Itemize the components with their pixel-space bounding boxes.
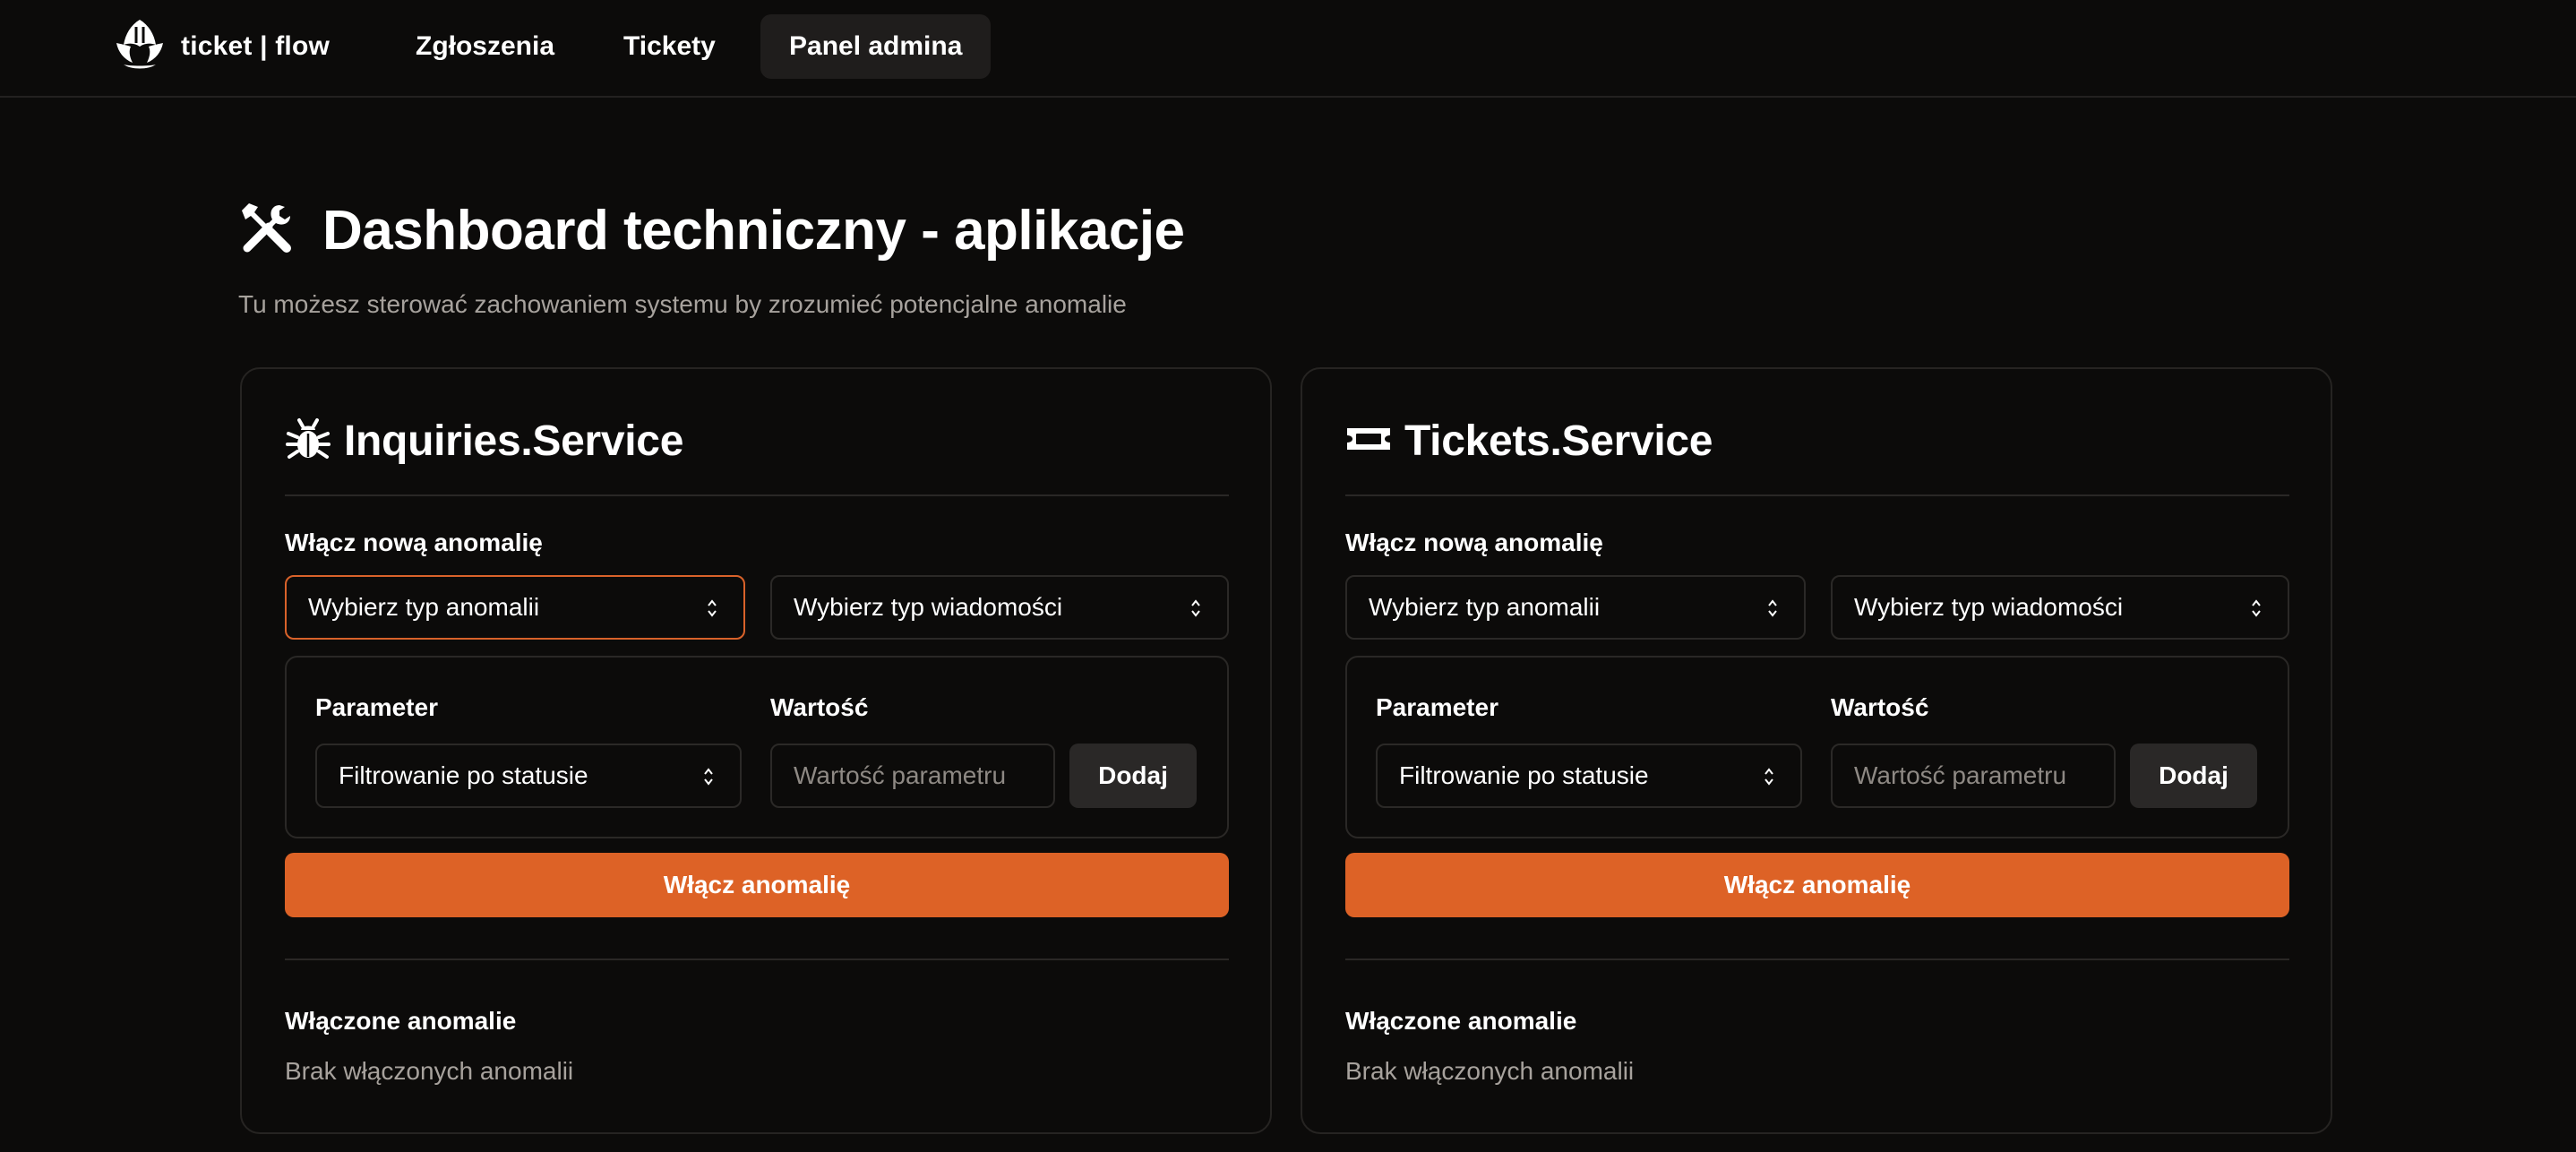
chevron-up-down-icon — [2252, 599, 2261, 617]
parameter-panel: Parameter Wartość Filtrowanie po statusi… — [285, 656, 1229, 838]
select-value: Filtrowanie po statusie — [339, 761, 588, 789]
enable-anomaly-button[interactable]: Włącz anomalię — [1345, 853, 2289, 917]
service-card-inquiries: Inquiries.Service Włącz nową anomalię Wy… — [240, 367, 1272, 1134]
service-card-tickets: Tickets.Service Włącz nową anomalię Wybi… — [1301, 367, 2332, 1134]
select-value: Wybierz typ anomalii — [308, 593, 540, 621]
chevron-up-down-icon — [704, 768, 713, 786]
parameter-value-input[interactable] — [770, 744, 1055, 808]
select-value: Wybierz typ wiadomości — [1854, 593, 2124, 621]
empty-anomalies-text: Brak włączonych anomalii — [285, 1057, 574, 1085]
enable-anomaly-label: Włącz nową anomalię — [285, 529, 543, 556]
top-navigation-bar: ticket | flow Zgłoszenia Tickety Panel a… — [0, 0, 2576, 98]
message-type-select[interactable]: Wybierz typ wiadomości — [1831, 575, 2289, 640]
divider — [1345, 959, 2289, 960]
chevron-up-down-icon — [1191, 599, 1200, 617]
parameter-panel: Parameter Wartość Filtrowanie po statusi… — [1345, 656, 2289, 838]
select-value: Filtrowanie po statusie — [1399, 761, 1649, 789]
select-value: Wybierz typ wiadomości — [794, 593, 1063, 621]
add-parameter-button[interactable]: Dodaj — [1069, 744, 1197, 808]
chevron-up-down-icon — [1765, 768, 1773, 786]
app-logo-icon — [111, 16, 168, 78]
divider — [285, 959, 1229, 960]
empty-anomalies-text: Brak włączonych anomalii — [1345, 1057, 1635, 1085]
enable-anomaly-button[interactable]: Włącz anomalię — [285, 853, 1229, 917]
enabled-anomalies-label: Włączone anomalie — [1345, 1007, 1577, 1035]
enabled-anomalies-label: Włączone anomalie — [285, 1007, 517, 1035]
parameter-value-input[interactable] — [1831, 744, 2116, 808]
card-header: Inquiries.Service — [285, 416, 683, 467]
chevron-up-down-icon — [1768, 599, 1777, 617]
parameter-select[interactable]: Filtrowanie po statusie — [1376, 744, 1802, 808]
value-label: Wartość — [1831, 693, 1929, 721]
chevron-up-down-icon — [708, 599, 717, 617]
anomaly-type-select[interactable]: Wybierz typ anomalii — [1345, 575, 1806, 640]
card-title: Tickets.Service — [1404, 417, 1713, 465]
page-title: Dashboard techniczny - aplikacje — [322, 200, 1185, 262]
page-header: Dashboard techniczny - aplikacje — [238, 199, 1185, 262]
enable-anomaly-label: Włącz nową anomalię — [1345, 529, 1603, 556]
bug-icon — [285, 416, 331, 467]
divider — [285, 494, 1229, 496]
brand-logo[interactable]: ticket | flow — [111, 18, 330, 75]
tools-icon — [238, 200, 296, 262]
add-parameter-button[interactable]: Dodaj — [2130, 744, 2257, 808]
parameter-label: Parameter — [1376, 693, 1498, 721]
card-title: Inquiries.Service — [344, 417, 684, 465]
card-header: Tickets.Service — [1345, 416, 1713, 467]
nav-item-tickety[interactable]: Tickety — [595, 14, 744, 79]
message-type-select[interactable]: Wybierz typ wiadomości — [770, 575, 1229, 640]
parameter-select[interactable]: Filtrowanie po statusie — [315, 744, 742, 808]
select-value: Wybierz typ anomalii — [1369, 593, 1601, 621]
anomaly-type-select[interactable]: Wybierz typ anomalii — [285, 575, 745, 640]
page-subtitle: Tu możesz sterować zachowaniem systemu b… — [238, 290, 1127, 318]
nav-item-panel-admina[interactable]: Panel admina — [760, 14, 992, 79]
ticket-icon — [1345, 416, 1392, 467]
brand-name: ticket | flow — [181, 31, 331, 61]
value-label: Wartość — [770, 693, 869, 721]
nav-item-zgloszenia[interactable]: Zgłoszenia — [387, 14, 583, 79]
divider — [1345, 494, 2289, 496]
parameter-label: Parameter — [315, 693, 438, 721]
